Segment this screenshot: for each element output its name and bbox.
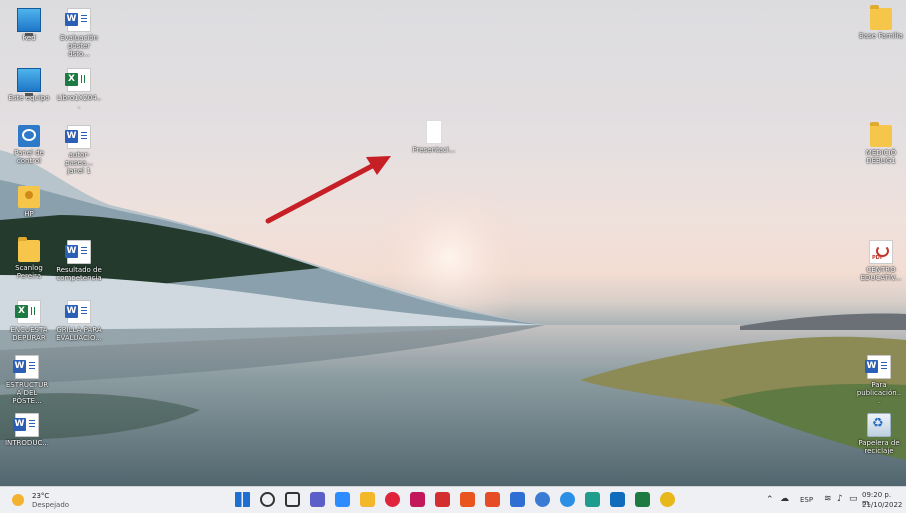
recycle-bin-icon bbox=[867, 413, 891, 437]
wifi-icon[interactable]: ≋ bbox=[824, 494, 832, 504]
app-blue-circle-2[interactable] bbox=[560, 492, 575, 507]
desktop: Red Evaluación póster dsto... Base Famil… bbox=[0, 0, 906, 486]
folder-icon bbox=[870, 5, 892, 30]
file-explorer-app[interactable] bbox=[360, 492, 375, 507]
desktop-icon-este-equipo[interactable]: Este equipo bbox=[6, 68, 52, 102]
battery-icon[interactable]: ▭ bbox=[849, 494, 858, 504]
chat-app[interactable] bbox=[310, 492, 325, 507]
desktop-icon-evaluacion-poster[interactable]: Evaluación póster dsto... bbox=[56, 8, 102, 58]
desktop-icon-centro-educativo[interactable]: CENTRO EDUCATIV... bbox=[858, 240, 904, 282]
wallpaper bbox=[0, 150, 906, 486]
start-button[interactable] bbox=[235, 492, 250, 507]
folder-icon bbox=[870, 122, 892, 147]
chevron-up-icon[interactable]: ⌃ bbox=[766, 495, 774, 505]
pdf-document-icon bbox=[869, 240, 893, 264]
word-document-icon bbox=[65, 125, 91, 149]
word-document-icon bbox=[865, 355, 891, 379]
desktop-icon-base-familia[interactable]: Base Familia bbox=[858, 5, 904, 40]
excel-document-icon bbox=[65, 68, 91, 92]
taskbar: 23°C Despejado ⌃ ☁ ESP ≋ ♪ ▭ 09:20 p. m.… bbox=[0, 486, 906, 513]
weather-widget[interactable]: 23°C Despejado bbox=[10, 490, 90, 510]
app-orange[interactable] bbox=[460, 492, 475, 507]
app-red[interactable] bbox=[410, 492, 425, 507]
desktop-icon-grilla[interactable]: GRILLA PARA EVALUACIÓ... bbox=[56, 300, 102, 342]
app-pinwheel[interactable] bbox=[485, 492, 500, 507]
app-blue-circle[interactable] bbox=[535, 492, 550, 507]
desktop-icon-panel-de-control[interactable]: Panel de control bbox=[6, 125, 52, 165]
desktop-icon-resultado[interactable]: Resultado de competencia bbox=[56, 240, 102, 282]
cloud-icon[interactable]: ☁ bbox=[780, 494, 789, 504]
desktop-icon-scanlog[interactable]: Scanlog Pereira bbox=[6, 237, 52, 280]
volume-icon[interactable]: ♪ bbox=[837, 494, 843, 504]
desktop-icon-medicion[interactable]: MEDICIÓ DEBUG1 bbox=[858, 122, 904, 165]
desktop-icon-introduccion[interactable]: INTRODUC... bbox=[4, 413, 50, 447]
desktop-icon-presentacion[interactable]: Presentaci... bbox=[411, 120, 457, 154]
outlook-app[interactable] bbox=[610, 492, 625, 507]
app-grid[interactable] bbox=[510, 492, 525, 507]
desktop-icon-hp[interactable]: HP bbox=[6, 186, 52, 218]
desktop-icon-libro1[interactable]: Libro1X204... bbox=[56, 68, 102, 110]
desktop-icon-encuesta[interactable]: ENCUESTA DEPURAR bbox=[6, 300, 52, 342]
acrobat-app[interactable] bbox=[435, 492, 450, 507]
word-document-icon bbox=[13, 413, 39, 437]
weather-temperature: 23°C bbox=[32, 492, 50, 500]
hp-folder-icon bbox=[18, 186, 40, 208]
search-button[interactable] bbox=[260, 492, 275, 507]
desktop-icon-autor-pasea[interactable]: autor-pasea... janel 1 bbox=[56, 125, 102, 175]
zoom-app[interactable] bbox=[335, 492, 350, 507]
language-indicator[interactable]: ESP bbox=[800, 496, 813, 504]
task-view-button[interactable] bbox=[285, 492, 300, 507]
chrome-app[interactable] bbox=[660, 492, 675, 507]
folder-icon bbox=[18, 237, 40, 262]
opera-app[interactable] bbox=[385, 492, 400, 507]
weather-condition: Despejado bbox=[32, 501, 70, 509]
clock-date[interactable]: 21/10/2022 bbox=[862, 501, 902, 509]
network-icon bbox=[17, 8, 41, 36]
word-document-icon bbox=[65, 300, 91, 324]
excel-document-icon bbox=[15, 300, 41, 324]
edge-app[interactable] bbox=[585, 492, 600, 507]
desktop-icon-papelera[interactable]: Papelera de reciclaje bbox=[856, 413, 902, 455]
system-tray: ⌃ ☁ ESP ≋ ♪ ▭ 09:20 p. m. 21/10/2022 bbox=[752, 487, 902, 513]
blank-document-icon bbox=[426, 120, 442, 144]
computer-icon bbox=[17, 68, 41, 96]
desktop-icon-estructura[interactable]: ESTRUCTURA DEL PÓSTE... bbox=[4, 355, 50, 405]
control-panel-icon bbox=[18, 125, 40, 147]
word-document-icon bbox=[13, 355, 39, 379]
desktop-icon-red[interactable]: Red bbox=[6, 8, 52, 42]
desktop-icon-para-publicacion[interactable]: Para publicación... bbox=[856, 355, 902, 405]
word-document-icon bbox=[65, 240, 91, 264]
word-document-icon bbox=[65, 8, 91, 32]
excel-app[interactable] bbox=[635, 492, 650, 507]
moon-icon bbox=[12, 494, 24, 506]
